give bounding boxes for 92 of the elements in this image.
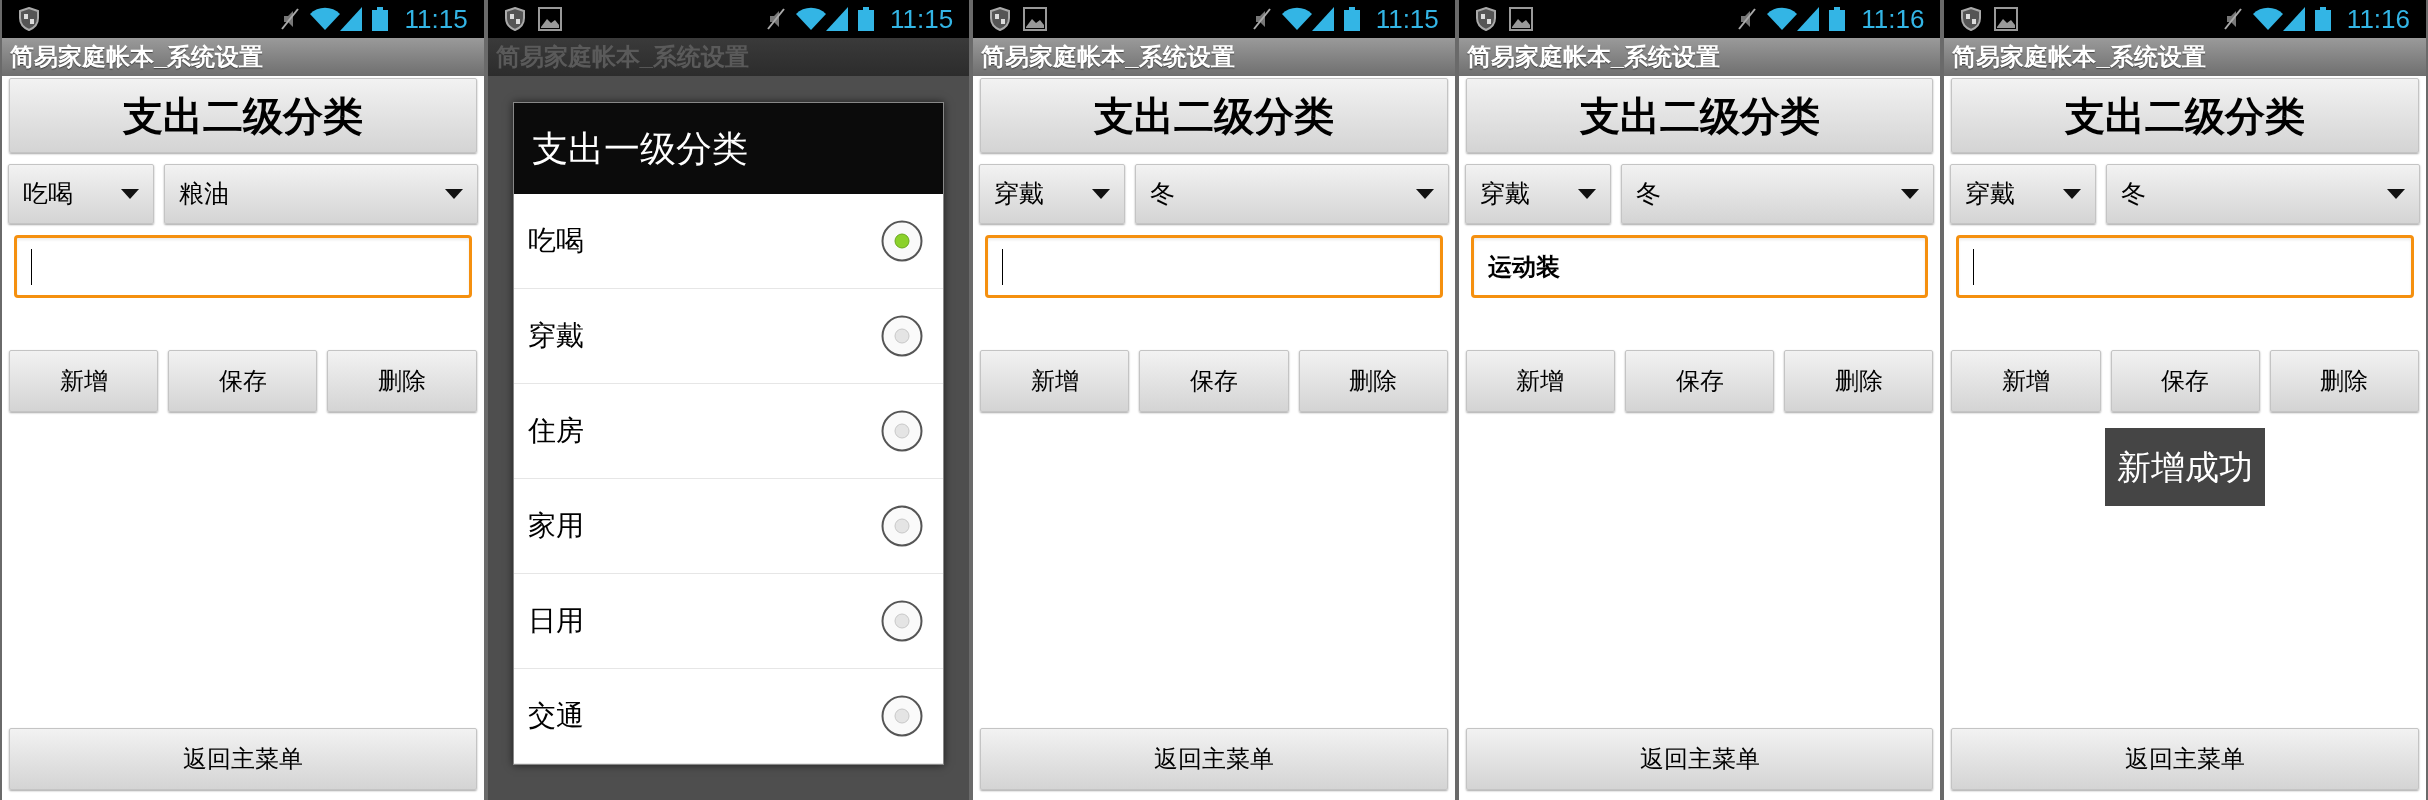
app-title: 简易家庭帐本_系统设置 [981, 42, 1235, 72]
battery-icon [858, 7, 875, 31]
radio-button[interactable] [881, 220, 924, 262]
app-title: 简易家庭帐本_系统设置 [10, 42, 264, 72]
shield-icon [18, 7, 40, 31]
toast-message: 新增成功 [2105, 428, 2266, 506]
category-dropdown[interactable]: 粮油 [164, 164, 478, 224]
shield-icon [503, 7, 526, 31]
radio-button[interactable] [881, 695, 924, 737]
category-option[interactable]: 穿戴 [513, 289, 944, 384]
action-button[interactable]: 新增 [1465, 350, 1615, 412]
clock-time: 11:15 [404, 6, 468, 32]
back-to-menu-button[interactable]: 返回主菜单 [980, 728, 1448, 790]
back-to-menu-button[interactable]: 返回主菜单 [1465, 728, 1934, 790]
signal-icon [826, 7, 849, 31]
dropdown-arrow-icon [1415, 189, 1434, 199]
app-title: 简易家庭帐本_系统设置 [1466, 42, 1721, 72]
category-option[interactable]: 家用 [513, 479, 944, 574]
wifi-icon [1281, 7, 1312, 31]
dropdown-arrow-icon [1901, 189, 1920, 199]
radio-button[interactable] [881, 410, 924, 452]
signal-icon [1311, 7, 1334, 31]
action-button[interactable]: 新增 [1951, 350, 2101, 412]
clock-time: 11:16 [1861, 6, 1925, 32]
wifi-icon [796, 7, 827, 31]
signal-icon [2282, 7, 2305, 31]
action-button[interactable]: 删除 [2269, 350, 2419, 412]
category-option[interactable]: 日用 [513, 574, 944, 669]
muted-icon [1737, 7, 1758, 31]
category-option[interactable]: 吃喝 [513, 194, 944, 289]
dropdown-arrow-icon [2387, 189, 2405, 199]
shield-icon [1474, 7, 1497, 31]
radio-button[interactable] [881, 315, 924, 357]
muted-icon [280, 7, 301, 31]
muted-icon [2222, 7, 2243, 31]
app-title: 简易家庭帐本_系统设置 [1952, 42, 2206, 72]
battery-icon [1343, 7, 1360, 31]
action-button[interactable]: 保存 [1625, 350, 1775, 412]
clock-time: 11:16 [2346, 6, 2410, 32]
radio-button[interactable] [881, 600, 924, 642]
signal-icon [340, 7, 363, 31]
back-to-menu-button[interactable]: 返回主菜单 [9, 728, 477, 790]
dialog-title: 支出一级分类 [531, 126, 748, 171]
action-button[interactable]: 保存 [2110, 350, 2260, 412]
action-button[interactable]: 删除 [327, 350, 477, 412]
name-input-field[interactable] [985, 235, 1443, 298]
signal-icon [1797, 7, 1820, 31]
category-option[interactable]: 住房 [513, 384, 944, 479]
wifi-icon [1767, 7, 1798, 31]
dropdown-arrow-icon [1092, 189, 1111, 199]
wifi-icon [310, 7, 341, 31]
category-dropdown[interactable]: 冬 [2106, 164, 2420, 224]
clock-time: 11:15 [1375, 6, 1439, 32]
category-dropdown[interactable]: 穿戴 [979, 164, 1126, 224]
text-cursor [31, 248, 32, 285]
battery-icon [372, 7, 389, 31]
muted-icon [1251, 7, 1272, 31]
category-dropdown[interactable]: 穿戴 [1950, 164, 2097, 224]
header-button[interactable]: 支出二级分类 [9, 78, 477, 153]
header-button[interactable]: 支出二级分类 [1465, 78, 1934, 153]
wifi-icon [2252, 7, 2283, 31]
clock-time: 11:15 [890, 6, 954, 32]
name-input-field[interactable]: 运动装 [1470, 235, 1929, 298]
dropdown-arrow-icon [2063, 189, 2082, 199]
dropdown-arrow-icon [121, 189, 139, 199]
action-button[interactable]: 删除 [1298, 350, 1448, 412]
muted-icon [766, 7, 787, 31]
back-to-menu-button[interactable]: 返回主菜单 [1951, 728, 2419, 790]
category-dropdown[interactable]: 冬 [1135, 164, 1449, 224]
shield-icon [1960, 7, 1983, 31]
shield-icon [989, 7, 1012, 31]
battery-icon [2314, 7, 2331, 31]
action-button[interactable]: 新增 [980, 350, 1130, 412]
text-cursor [1973, 248, 1975, 285]
name-input-field[interactable] [1956, 235, 2414, 298]
battery-icon [1829, 7, 1846, 31]
name-input-field[interactable] [14, 235, 472, 298]
text-cursor [1002, 248, 1004, 285]
category-dropdown[interactable]: 吃喝 [8, 164, 154, 224]
category-dropdown[interactable]: 冬 [1620, 164, 1935, 224]
action-button[interactable]: 新增 [9, 350, 159, 412]
header-button[interactable]: 支出二级分类 [980, 78, 1448, 153]
action-button[interactable]: 保存 [1139, 350, 1289, 412]
category-option[interactable]: 交通 [513, 669, 944, 764]
category-dropdown[interactable]: 穿戴 [1464, 164, 1611, 224]
input-value: 运动装 [1487, 251, 1560, 282]
dropdown-arrow-icon [1577, 189, 1596, 199]
action-button[interactable]: 保存 [168, 350, 318, 412]
header-button[interactable]: 支出二级分类 [1951, 78, 2419, 153]
action-button[interactable]: 删除 [1784, 350, 1934, 412]
dropdown-arrow-icon [444, 189, 463, 199]
radio-button[interactable] [881, 505, 924, 547]
